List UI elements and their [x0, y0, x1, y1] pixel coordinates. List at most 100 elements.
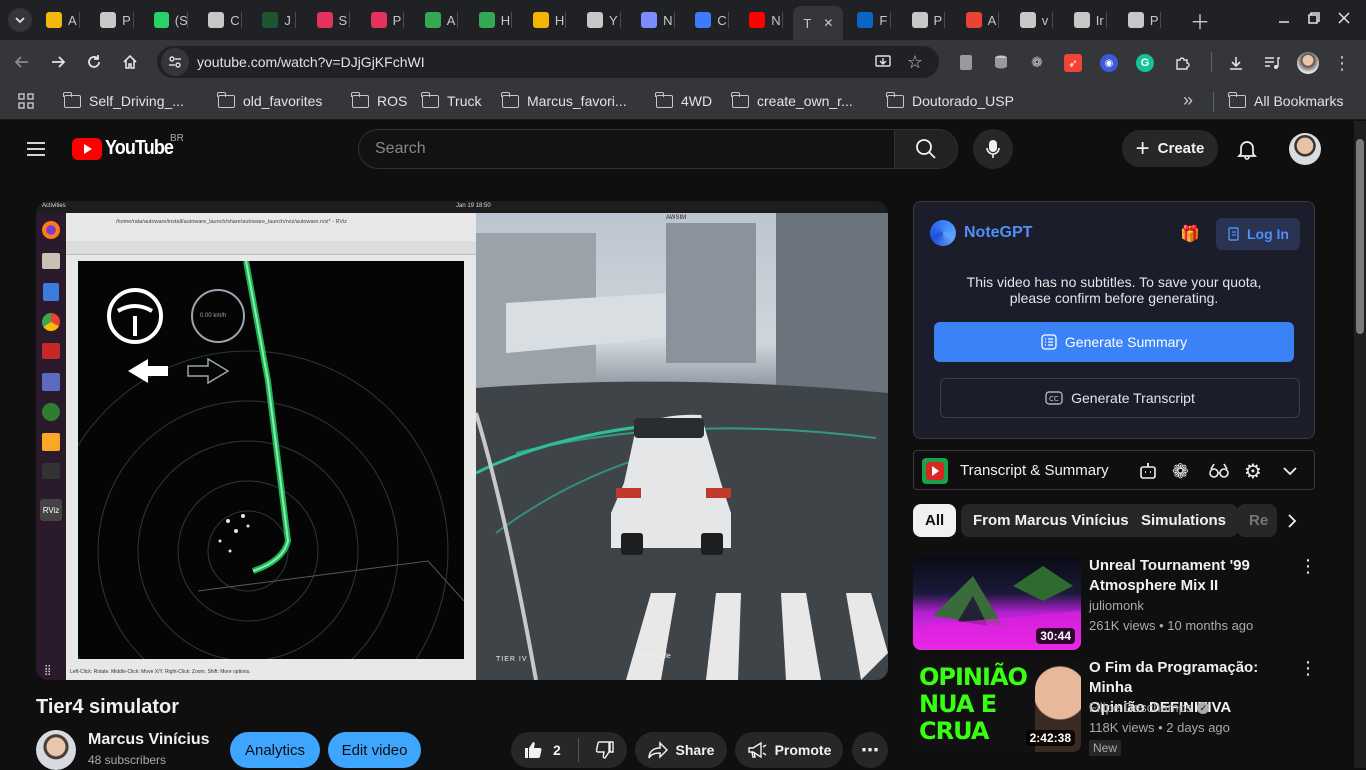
bookmark-folder[interactable]: old_favorites: [217, 91, 322, 109]
more-actions-button[interactable]: ⋯: [852, 732, 888, 768]
bookmark-star-icon[interactable]: ☆: [905, 52, 925, 72]
browser-tab[interactable]: A: [960, 8, 1000, 32]
back-button[interactable]: [12, 52, 32, 72]
profile-avatar[interactable]: [1297, 52, 1319, 74]
reload-button[interactable]: [84, 52, 104, 72]
url-text[interactable]: youtube.com/watch?v=DJjGjKFchWI: [197, 54, 425, 70]
generate-transcript-button[interactable]: CC Generate Transcript: [940, 378, 1300, 418]
video-player[interactable]: Activities Jan 19 18:50 RViz ⣿ /home/rat…: [36, 201, 888, 680]
chevron-down-icon[interactable]: [1282, 463, 1298, 479]
dislike-button[interactable]: [583, 732, 627, 768]
robot-icon[interactable]: [1138, 461, 1158, 481]
tab-search-button[interactable]: [8, 8, 32, 32]
like-button[interactable]: 2: [511, 732, 575, 768]
close-window-button[interactable]: [1336, 10, 1352, 26]
browser-tab[interactable]: N: [743, 8, 783, 32]
browser-tab[interactable]: P: [365, 8, 405, 32]
browser-tab[interactable]: N: [635, 8, 675, 32]
download-icon[interactable]: [1226, 54, 1246, 72]
chip-from-channel[interactable]: From Marcus Vinícius: [961, 504, 1141, 537]
channel-name[interactable]: Marcus Vinícius: [88, 731, 210, 749]
scrollbar-thumb[interactable]: [1356, 139, 1364, 334]
browser-tab[interactable]: Ir: [1068, 8, 1108, 32]
recommendation-channel[interactable]: Filipe Deschamps ✓: [1089, 698, 1210, 718]
recommendation-menu-icon[interactable]: ⋮: [1299, 556, 1317, 577]
apps-grid-icon[interactable]: [18, 93, 34, 109]
create-button[interactable]: + Create: [1122, 130, 1218, 167]
browser-tab[interactable]: J: [256, 8, 296, 32]
chips-next-button[interactable]: [1277, 504, 1307, 537]
channel-avatar[interactable]: [36, 730, 76, 770]
browser-tab[interactable]: P: [94, 8, 134, 32]
browser-tab[interactable]: A: [419, 8, 459, 32]
install-app-icon[interactable]: [873, 52, 893, 72]
browser-tab[interactable]: F: [851, 8, 891, 32]
chip-all[interactable]: All: [913, 504, 957, 537]
extension-grammarly-icon[interactable]: G: [1136, 54, 1154, 72]
extension-rocket-icon[interactable]: ➶: [1064, 54, 1082, 72]
bookmark-folder[interactable]: Self_Driving_...: [63, 91, 184, 109]
extension-shield-icon[interactable]: ◉: [1100, 54, 1118, 72]
forward-button[interactable]: [48, 52, 68, 72]
recommendation-item[interactable]: 30:44 Unreal Tournament '99 Atmosphere M…: [913, 556, 1317, 650]
browser-tab[interactable]: C: [689, 8, 729, 32]
search-input[interactable]: Search: [375, 140, 426, 158]
account-avatar[interactable]: [1289, 133, 1321, 165]
edit-video-button[interactable]: Edit video: [328, 732, 421, 768]
browser-tab[interactable]: S: [311, 8, 351, 32]
bookmark-folder[interactable]: Truck: [421, 91, 481, 109]
bookmark-folder[interactable]: create_own_r...: [731, 91, 853, 109]
browser-tab[interactable]: (S: [148, 8, 188, 32]
settings-gear-icon[interactable]: ⚙: [1244, 459, 1262, 484]
restore-button[interactable]: [1306, 10, 1322, 26]
login-button[interactable]: Log In: [1216, 218, 1300, 250]
recommendation-item[interactable]: OPINIÃO NUA E CRUA 2:42:38 O Fim da Prog…: [913, 658, 1317, 756]
site-info-icon[interactable]: [161, 48, 189, 76]
video-thumbnail[interactable]: OPINIÃO NUA E CRUA 2:42:38: [913, 658, 1081, 752]
search-button[interactable]: [894, 129, 958, 169]
all-bookmarks-folder[interactable]: All Bookmarks: [1228, 91, 1343, 109]
transcript-summary-bar[interactable]: Transcript & Summary ❁ ⚙: [913, 450, 1315, 490]
bookmark-folder[interactable]: Doutorado_USP: [886, 91, 1014, 109]
search-box[interactable]: Search: [358, 129, 895, 169]
extension-openai-icon[interactable]: ❁: [1028, 54, 1046, 70]
video-thumbnail[interactable]: 30:44: [913, 556, 1081, 650]
browser-tab[interactable]: v: [1014, 8, 1054, 32]
gift-icon[interactable]: 🎁: [1180, 224, 1200, 244]
browser-tab[interactable]: P: [1122, 8, 1162, 32]
recommendation-channel[interactable]: juliomonk: [1089, 596, 1144, 616]
bookmark-folder[interactable]: 4WD: [655, 91, 712, 109]
analytics-button[interactable]: Analytics: [230, 732, 320, 768]
extension-bookmark-icon[interactable]: [958, 54, 974, 70]
share-button[interactable]: Share: [635, 732, 727, 768]
minimize-button[interactable]: [1276, 10, 1292, 26]
promote-button[interactable]: Promote: [735, 732, 843, 768]
media-control-icon[interactable]: [1262, 54, 1282, 72]
address-bar[interactable]: youtube.com/watch?v=DJjGjKFchWI ☆: [157, 46, 939, 78]
browser-tab[interactable]: Y: [581, 8, 621, 32]
bookmark-folder[interactable]: ROS: [351, 91, 407, 109]
browser-tab[interactable]: H: [527, 8, 567, 32]
chip-recently-uploaded[interactable]: Re: [1237, 504, 1277, 537]
glasses-icon[interactable]: [1208, 461, 1230, 481]
more-bookmarks-button[interactable]: »: [1183, 90, 1193, 111]
hamburger-menu-button[interactable]: [26, 139, 46, 159]
openai-icon[interactable]: ❁: [1172, 459, 1189, 484]
voice-search-button[interactable]: [973, 129, 1013, 169]
generate-summary-button[interactable]: Generate Summary: [934, 322, 1294, 362]
notifications-button[interactable]: [1236, 138, 1258, 160]
chrome-menu-icon[interactable]: ⋮: [1333, 53, 1351, 73]
bookmark-folder[interactable]: Marcus_favori...: [501, 91, 627, 109]
browser-tab[interactable]: A: [40, 8, 80, 32]
browser-tab[interactable]: T ✕: [793, 6, 844, 40]
home-button[interactable]: [120, 52, 140, 72]
extension-database-icon[interactable]: [992, 54, 1010, 70]
new-tab-button[interactable]: ＋: [1188, 8, 1212, 34]
close-tab-icon[interactable]: ✕: [823, 16, 833, 30]
browser-tab[interactable]: P: [906, 8, 946, 32]
youtube-logo[interactable]: YouTube: [72, 137, 181, 160]
chip-simulations[interactable]: Simulations: [1129, 504, 1239, 537]
recommendation-menu-icon[interactable]: ⋮: [1299, 658, 1317, 679]
browser-tab[interactable]: C: [202, 8, 242, 32]
browser-tab[interactable]: H: [473, 8, 513, 32]
